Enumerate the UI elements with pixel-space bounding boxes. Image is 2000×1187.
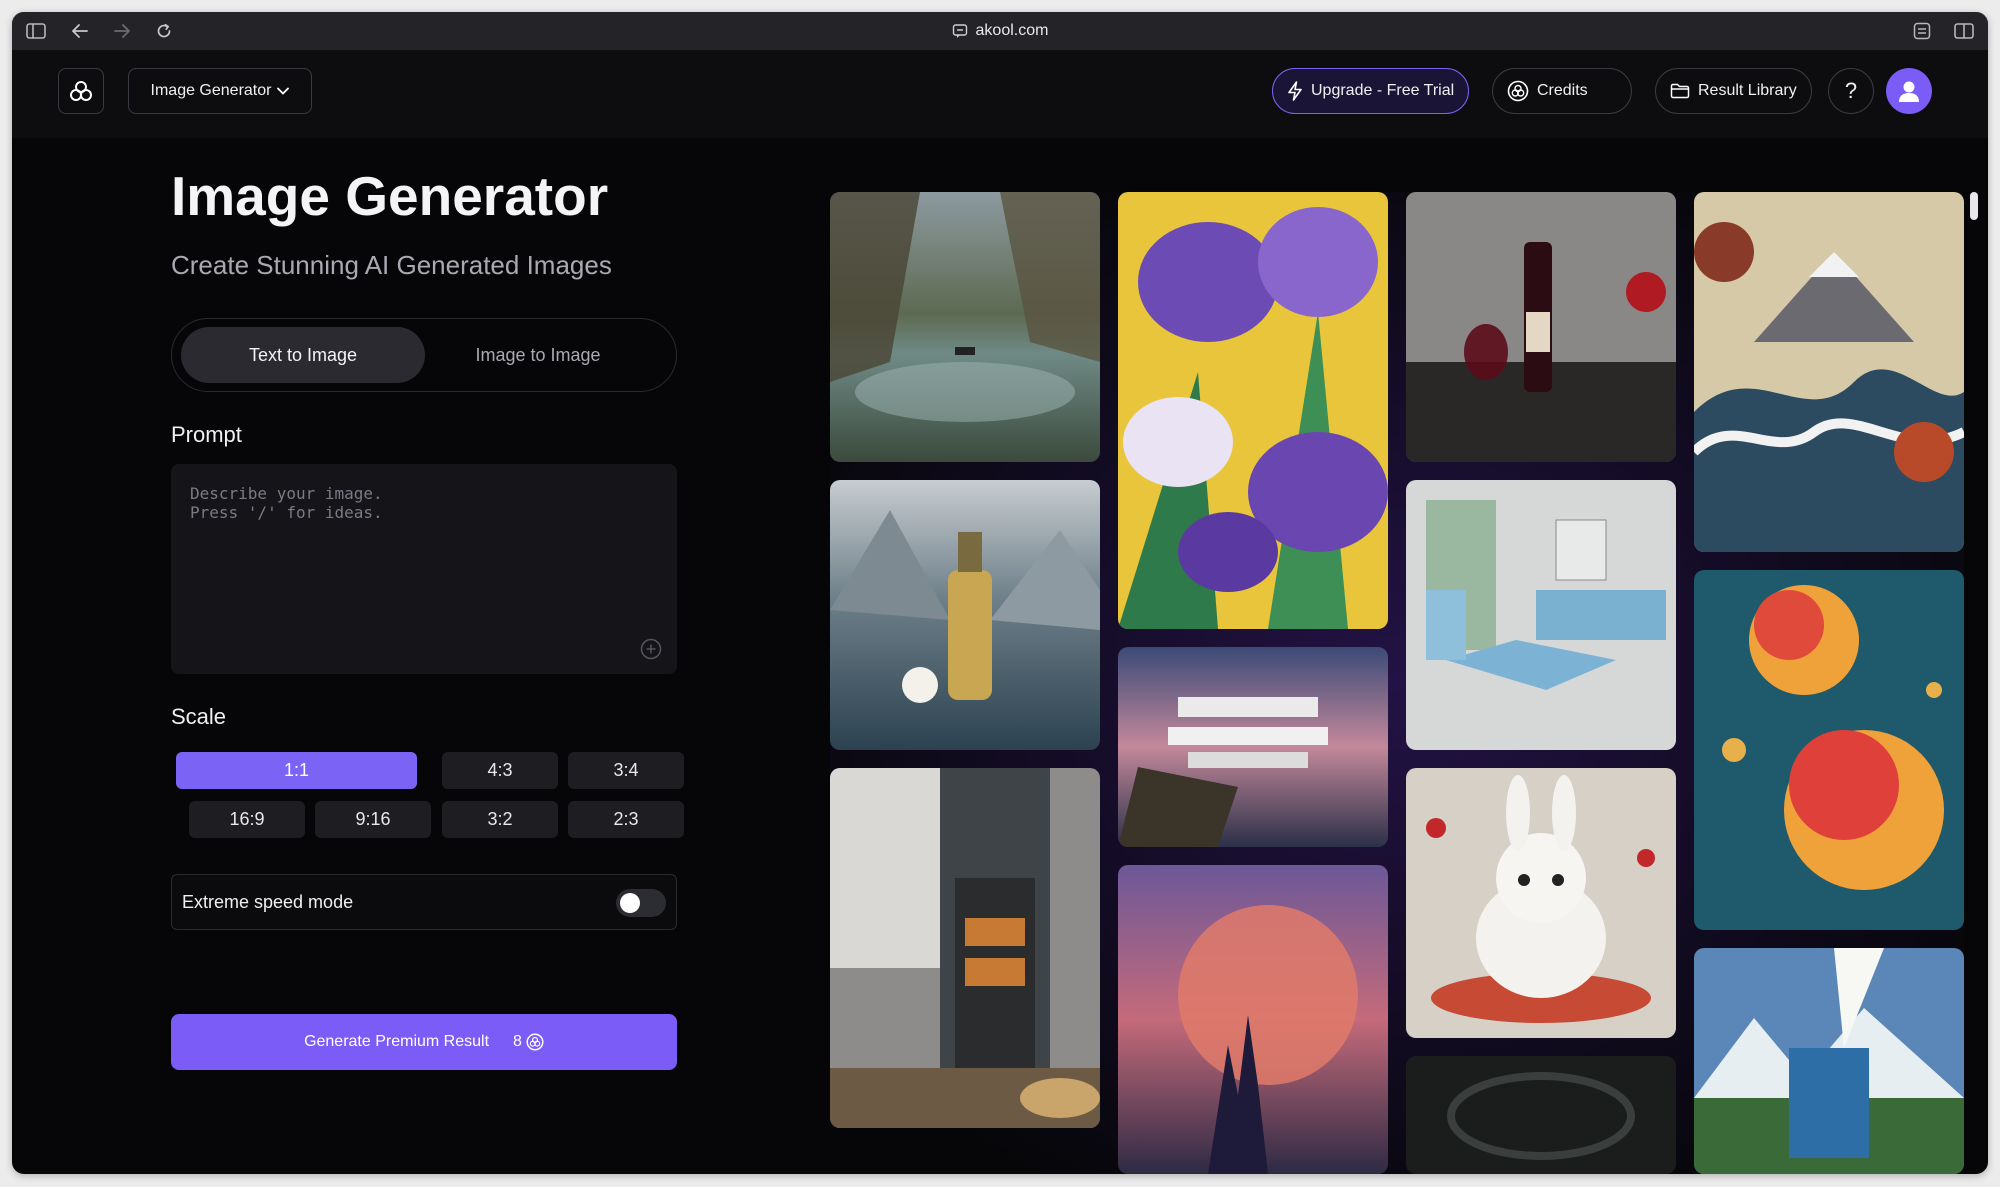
gallery-grid: [830, 192, 1964, 1174]
help-icon: ?: [1844, 78, 1858, 103]
url-text[interactable]: akool.com: [976, 22, 1049, 40]
forward-arrow-icon[interactable]: [110, 19, 134, 43]
address-bar: akool.com: [12, 12, 1988, 50]
scale-option-16-9[interactable]: 16:9: [189, 801, 305, 838]
speed-mode-label: Extreme speed mode: [182, 892, 354, 912]
page-title: Image Generator: [171, 165, 609, 227]
browser-toolbar: akool.com: [12, 12, 1988, 50]
credits-coin-icon: [1507, 80, 1529, 102]
gallery-image[interactable]: [1694, 948, 1964, 1174]
toggle-knob: [620, 893, 640, 913]
tab-text-to-image[interactable]: Text to Image: [181, 327, 425, 383]
scale-option-2-3[interactable]: 2:3: [568, 801, 684, 838]
user-icon: [1899, 81, 1919, 102]
generate-cost-value: 8: [513, 1033, 522, 1050]
gallery-image[interactable]: [1118, 647, 1388, 847]
gallery-image[interactable]: [830, 768, 1100, 1128]
generate-button[interactable]: Generate Premium Result 8: [171, 1014, 677, 1070]
chevron-down-icon: [277, 87, 290, 95]
credits-label: Credits: [1537, 82, 1588, 99]
gallery-image[interactable]: [1406, 192, 1676, 462]
site-info-icon[interactable]: [952, 23, 968, 39]
gallery-image[interactable]: [1406, 480, 1676, 750]
split-view-icon[interactable]: [1952, 19, 1976, 43]
gallery-image[interactable]: [830, 192, 1100, 462]
akool-logo-button[interactable]: [58, 68, 104, 114]
reload-icon[interactable]: [152, 19, 176, 43]
sidebar-toggle-icon[interactable]: [24, 19, 48, 43]
prompt-box: [171, 464, 677, 674]
browser-window: akool.com Image Generator Upgrade - Free…: [12, 12, 1988, 1174]
scale-option-9-16[interactable]: 9:16: [315, 801, 431, 838]
mode-tabs: Text to Image Image to Image: [171, 318, 677, 392]
gallery-scrollbar-thumb[interactable]: [1970, 192, 1978, 220]
help-button[interactable]: ?: [1828, 68, 1874, 114]
add-circle-icon[interactable]: [640, 638, 662, 660]
scale-option-3-2[interactable]: 3:2: [442, 801, 558, 838]
tab-image-to-image[interactable]: Image to Image: [416, 327, 660, 383]
tool-select-label: Image Generator: [150, 82, 272, 99]
credits-button[interactable]: Credits: [1492, 68, 1632, 114]
folder-icon: [1670, 83, 1690, 99]
user-avatar[interactable]: [1886, 68, 1932, 114]
akool-logo-icon: [70, 81, 92, 101]
prompt-input[interactable]: [190, 484, 658, 634]
tool-select-dropdown[interactable]: Image Generator: [128, 68, 312, 114]
page-subtitle: Create Stunning AI Generated Images: [171, 250, 612, 280]
credits-coin-icon: [526, 1033, 544, 1051]
gallery-image[interactable]: [1118, 865, 1388, 1174]
result-library-button[interactable]: Result Library: [1655, 68, 1812, 114]
app-header: Image Generator Upgrade - Free Trial Cre…: [12, 50, 1988, 138]
scale-label: Scale: [171, 704, 227, 729]
speed-mode-toggle[interactable]: [616, 889, 666, 917]
speed-mode-row: Extreme speed mode: [171, 874, 677, 930]
gallery-image[interactable]: [1406, 768, 1676, 1038]
gallery-image[interactable]: [1118, 192, 1388, 629]
scale-option-1-1[interactable]: 1:1: [176, 752, 417, 789]
lightning-icon: [1288, 81, 1302, 101]
upgrade-button[interactable]: Upgrade - Free Trial: [1272, 68, 1470, 114]
upgrade-label: Upgrade - Free Trial: [1311, 82, 1455, 99]
gallery-image[interactable]: [1406, 1056, 1676, 1174]
gallery-image[interactable]: [1694, 570, 1964, 930]
back-arrow-icon[interactable]: [68, 19, 92, 43]
result-library-label: Result Library: [1698, 82, 1797, 99]
scale-option-3-4[interactable]: 3:4: [568, 752, 684, 789]
generate-label: Generate Premium Result: [304, 1033, 490, 1050]
scale-option-4-3[interactable]: 4:3: [442, 752, 558, 789]
generate-cost: 8: [513, 1033, 544, 1051]
prompt-label: Prompt: [171, 422, 242, 447]
gallery-image[interactable]: [1694, 192, 1964, 552]
reader-mode-icon[interactable]: [1910, 19, 1934, 43]
gallery-image[interactable]: [830, 480, 1100, 750]
